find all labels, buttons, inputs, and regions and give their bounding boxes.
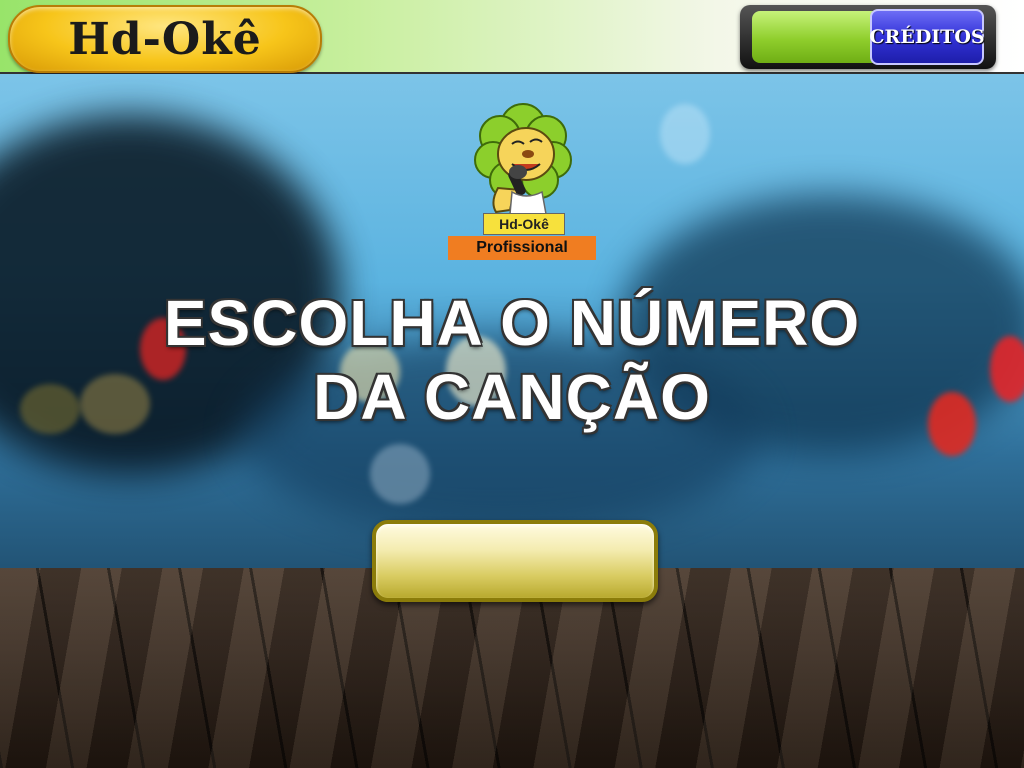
mascot-logo: Hd-Okê Profissional [448,88,598,260]
brand-logo-text: Hd-Okê [68,13,262,65]
page-title-line2: DA CANÇÃO [313,361,711,433]
brand-logo: Hd-Okê [8,5,322,73]
bokeh-light [660,104,710,164]
credits-button-label: CRÉDITOS [869,26,985,48]
bokeh-light [370,444,430,504]
top-bar: Hd-Okê CRÉDITOS [0,0,1024,74]
page-title-line1: ESCOLHA O NÚMERO [163,287,861,359]
lion-mascot-icon [474,103,572,215]
stage-background: Hd-Okê Profissional ESCOLHA O NÚMERO DA … [0,74,1024,768]
mascot-edition-label: Profissional [448,236,596,260]
page-title: ESCOLHA O NÚMERO DA CANÇÃO [0,286,1024,434]
credits-panel: CRÉDITOS [740,5,996,69]
mascot-name-label: Hd-Okê [483,213,565,235]
song-number-input[interactable] [372,520,658,602]
credits-button[interactable]: CRÉDITOS [869,9,985,65]
